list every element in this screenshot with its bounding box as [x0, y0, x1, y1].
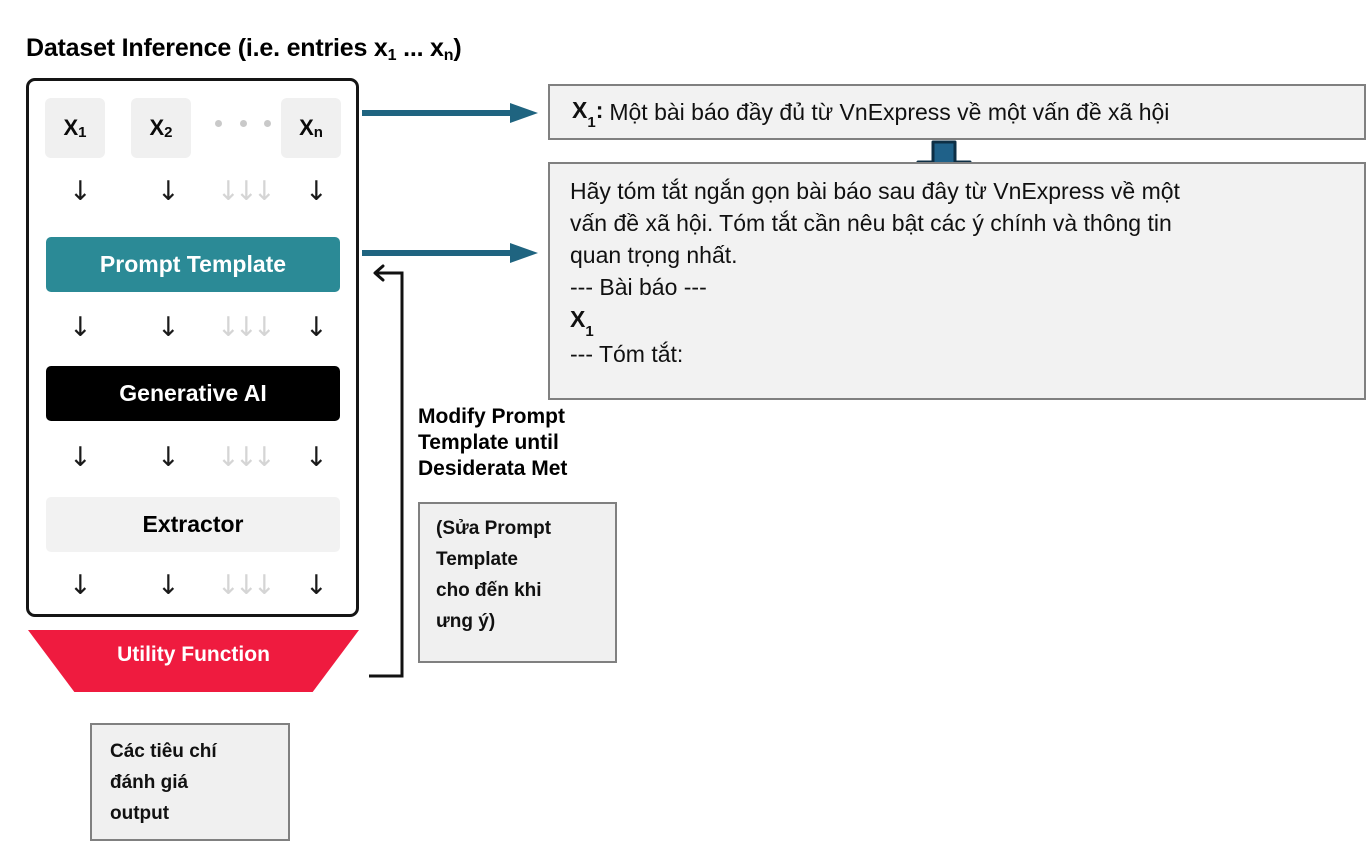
example-entry-text: Một bài báo đầy đủ từ VnExpress về một v… [609, 98, 1170, 125]
stage-generative-ai-label: Generative AI [119, 380, 267, 406]
down-arrow-icon: ↓ [69, 570, 92, 601]
ellipsis-dot [215, 120, 222, 127]
flow-arrow-row-3: ↓ ↓ ↓ ↓ ↓ ↓ [45, 438, 341, 478]
entry-chip-x2-sub: 2 [164, 123, 173, 141]
example-entry-box: X1: Một bài báo đầy đủ từ VnExpress về m… [548, 84, 1366, 140]
utility-function-banner[interactable]: Utility Function [28, 630, 359, 692]
modify-prompt-note-box: (Sửa Prompt Template cho đến khi ưng ý) [418, 502, 617, 663]
prompt-placeholder-sub: 1 [585, 323, 594, 341]
ellipsis-dot [264, 120, 271, 127]
example-entry-colon: : [595, 96, 604, 123]
dataset-entries-row: X1 X2 Xn [45, 98, 341, 158]
down-arrow-icon-faint: ↓ [253, 442, 276, 473]
ellipsis-dot [239, 120, 247, 127]
modify-note-line-3: cho đến khi [436, 579, 542, 601]
modify-caption-line-3: Desiderata Met [418, 457, 568, 481]
criteria-line-2: đánh giá [110, 771, 189, 793]
entry-chip-x1-label: X [63, 115, 79, 140]
down-arrow-icon: ↓ [157, 570, 180, 601]
teal-arrow-to-prompt-example [362, 243, 538, 263]
teal-arrow-to-example-entry [362, 103, 538, 123]
down-arrow-icon-faint: ↓ [253, 176, 276, 207]
page-title-sub-n: n [443, 47, 454, 64]
modify-caption-line-1: Modify Prompt [418, 405, 565, 428]
modify-note-line-1: (Sửa Prompt [436, 518, 552, 539]
modify-note-line-4: ưng ý) [436, 610, 496, 632]
prompt-placeholder-letter: X [570, 305, 586, 332]
down-arrow-icon: ↓ [69, 312, 92, 343]
entry-chip-x1[interactable]: X1 [45, 98, 105, 158]
page-title-middle: ... x [396, 34, 444, 62]
feedback-loop-arrow [369, 264, 404, 678]
page-title-sub-1: 1 [387, 47, 397, 64]
prompt-line-4: --- Bài báo --- [570, 273, 707, 300]
entry-chip-xn[interactable]: Xn [281, 98, 341, 158]
page-title-suffix: ) [453, 34, 462, 62]
down-arrow-icon: ↓ [69, 442, 92, 473]
down-arrow-icon-faint: ↓ [253, 570, 276, 601]
entry-chip-xn-sub: n [313, 123, 323, 141]
stage-prompt-template[interactable]: Prompt Template [46, 237, 340, 292]
entry-chip-x1-sub: 1 [78, 123, 87, 141]
prompt-example-box: Hãy tóm tắt ngắn gọn bài báo sau đây từ … [548, 162, 1366, 400]
down-arrow-icon: ↓ [305, 312, 328, 343]
prompt-line-3: quan trọng nhất. [570, 241, 738, 268]
example-entry-key-sub: 1 [587, 114, 596, 132]
page-title: Dataset Inference (i.e. entries x1 ... x… [26, 34, 462, 64]
modify-prompt-caption: Modify Prompt Template until Desiderata … [418, 404, 648, 482]
modify-note-line-2: Template [436, 548, 519, 570]
prompt-line-6: --- Tóm tắt: [570, 341, 684, 368]
stage-prompt-template-label: Prompt Template [99, 251, 287, 277]
criteria-line-1: Các tiêu chí [110, 741, 217, 762]
down-arrow-icon: ↓ [305, 176, 328, 207]
down-arrow-icon: ↓ [157, 442, 180, 473]
modify-caption-line-2: Template until [418, 431, 559, 455]
utility-function-label: Utility Function [117, 643, 270, 666]
criteria-line-3: output [110, 802, 170, 824]
example-entry-key-letter: X [572, 96, 588, 123]
entry-chip-x2[interactable]: X2 [131, 98, 191, 158]
down-arrow-icon: ↓ [69, 176, 92, 207]
down-arrow-icon: ↓ [305, 442, 328, 473]
flow-arrow-row-4: ↓ ↓ ↓ ↓ ↓ ↓ [45, 566, 341, 606]
entries-ellipsis-icon [215, 120, 271, 127]
output-criteria-box: Các tiêu chí đánh giá output [90, 723, 290, 841]
flow-arrow-row-1: ↓ ↓ ↓ ↓ ↓ ↓ [45, 172, 341, 212]
prompt-line-2: vấn đề xã hội. Tóm tắt cần nêu bật các ý… [570, 209, 1172, 236]
example-entry-key: X1: [572, 96, 604, 132]
stage-generative-ai[interactable]: Generative AI [46, 366, 340, 421]
prompt-line-5-placeholder: X1 [570, 304, 1344, 341]
down-arrow-icon: ↓ [157, 312, 180, 343]
down-arrow-icon: ↓ [305, 570, 328, 601]
entry-chip-xn-label: X [299, 115, 314, 140]
stage-extractor-label: Extractor [142, 511, 244, 537]
entry-chip-x2-label: X [149, 115, 165, 140]
stage-extractor[interactable]: Extractor [46, 497, 340, 552]
prompt-line-1: Hãy tóm tắt ngắn gọn bài báo sau đây từ … [570, 178, 1180, 204]
page-title-prefix: Dataset Inference (i.e. entries x [26, 34, 388, 62]
down-arrow-icon-faint: ↓ [253, 312, 276, 343]
flow-arrow-row-2: ↓ ↓ ↓ ↓ ↓ ↓ [45, 308, 341, 348]
down-arrow-icon: ↓ [157, 176, 180, 207]
